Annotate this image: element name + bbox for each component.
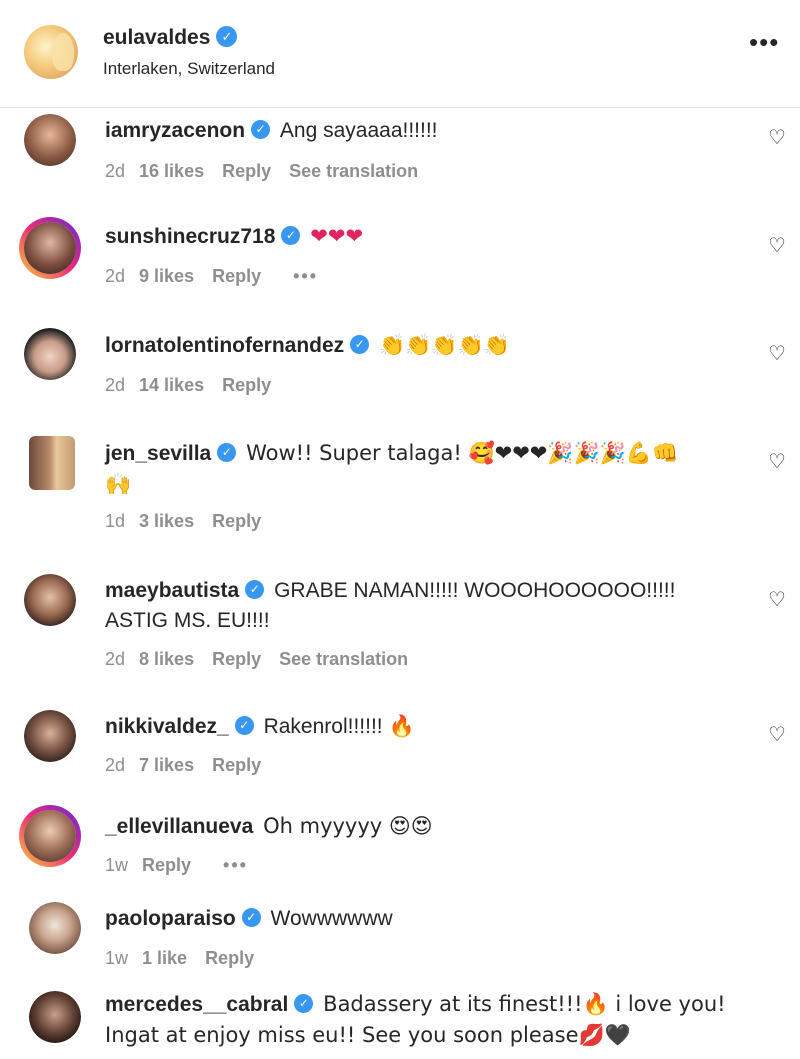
comment-meta: 2d 16 likes Reply See translation <box>105 161 436 182</box>
owner-username[interactable]: eulavaldes ✓ <box>103 25 238 50</box>
comment-meta: 2d 9 likes Reply ••• <box>105 266 336 287</box>
reply-button[interactable]: Reply <box>222 161 271 181</box>
like-heart-icon[interactable]: ♡ <box>768 128 788 148</box>
avatar[interactable] <box>24 114 76 166</box>
comment-time[interactable]: 2d <box>105 161 125 181</box>
verified-badge-icon: ✓ <box>251 119 271 139</box>
comment-username[interactable]: iamryzacenon <box>105 119 245 142</box>
more-options-icon[interactable]: ••• <box>749 29 781 55</box>
see-translation-button[interactable]: See translation <box>279 649 408 669</box>
reply-button[interactable]: Reply <box>212 649 261 669</box>
comment-text: Ang sayaaaa!!!!!! <box>279 119 438 142</box>
likes-count[interactable]: 16 likes <box>139 161 204 181</box>
owner-avatar[interactable] <box>24 25 78 79</box>
comment-meta: 1w 1 like Reply <box>105 948 272 969</box>
avatar[interactable] <box>24 574 76 626</box>
comment-username[interactable]: nikkivaldez_ <box>105 715 229 738</box>
verified-badge-icon: ✓ <box>294 993 314 1013</box>
comment-username[interactable]: mercedes__cabral <box>105 993 288 1016</box>
like-heart-icon[interactable]: ♡ <box>768 344 788 364</box>
comment-username[interactable]: lornatolentinofernandez <box>105 334 344 357</box>
verified-badge-icon: ✓ <box>234 715 254 735</box>
comment-meta: 1w Reply ••• <box>105 855 266 876</box>
comment-text: GRABE NAMAN!!!!! WOOOHOOOOOO!!!!! <box>274 579 676 602</box>
comment-username[interactable]: paoloparaiso <box>105 907 236 930</box>
comment-meta: 2d 8 likes Reply See translation <box>105 649 426 670</box>
comment-text: Rakenrol!!!!!! 🔥 <box>263 715 415 738</box>
comment-time[interactable]: 2d <box>105 266 125 286</box>
like-heart-icon[interactable]: ♡ <box>768 236 788 256</box>
comment-username[interactable]: maeybautista <box>105 579 239 602</box>
comment-content: jen_sevilla ✓ Wow!! Super talaga! 🥰❤❤❤🎉🎉🎉… <box>105 438 745 500</box>
comment-username[interactable]: sunshinecruz718 <box>105 225 275 248</box>
comment-time[interactable]: 2d <box>105 375 125 395</box>
comment-time[interactable]: 2d <box>105 755 125 775</box>
comment-time[interactable]: 2d <box>105 649 125 669</box>
reply-button[interactable]: Reply <box>212 511 261 531</box>
more-options-icon[interactable]: ••• <box>223 855 248 875</box>
comment-content: sunshinecruz718 ✓ ❤❤❤ <box>105 221 745 252</box>
likes-count[interactable]: 1 like <box>142 948 187 968</box>
comment-text: Badassery at its finest!!!🔥 i love you! <box>323 992 726 1016</box>
comment-content: maeybautista ✓ GRABE NAMAN!!!!! WOOOHOOOO… <box>105 576 745 636</box>
likes-count[interactable]: 8 likes <box>139 649 194 669</box>
comment-text: 👏👏👏👏👏 <box>379 333 510 357</box>
verified-badge-icon: ✓ <box>216 25 238 47</box>
avatar[interactable] <box>19 217 81 279</box>
reply-button[interactable]: Reply <box>222 375 271 395</box>
reply-button[interactable]: Reply <box>212 755 261 775</box>
likes-count[interactable]: 14 likes <box>139 375 204 395</box>
avatar[interactable] <box>29 991 81 1043</box>
verified-badge-icon: ✓ <box>281 225 301 245</box>
like-heart-icon[interactable]: ♡ <box>768 725 788 745</box>
post-header: eulavaldes ✓ Interlaken, Switzerland ••• <box>0 0 800 108</box>
avatar[interactable] <box>29 436 75 490</box>
avatar[interactable] <box>29 902 81 954</box>
likes-count[interactable]: 9 likes <box>139 266 194 286</box>
comment-content: iamryzacenon ✓ Ang sayaaaa!!!!!! <box>105 116 745 146</box>
verified-badge-icon: ✓ <box>241 907 261 927</box>
comment-text: Wow!! Super talaga! 🥰❤❤❤🎉🎉🎉💪👊 <box>246 441 679 465</box>
likes-count[interactable]: 7 likes <box>139 755 194 775</box>
comment-content: nikkivaldez_ ✓ Rakenrol!!!!!! 🔥 <box>105 712 745 742</box>
verified-badge-icon: ✓ <box>245 579 265 599</box>
comment-content: paoloparaiso ✓ Wowwwwww <box>105 904 745 934</box>
comment-username[interactable]: _ellevillanueva <box>105 815 253 838</box>
post-location[interactable]: Interlaken, Switzerland <box>103 59 275 79</box>
comment-text: ❤❤❤ <box>310 224 364 248</box>
comment-meta: 2d 14 likes Reply <box>105 375 289 396</box>
avatar[interactable] <box>19 805 81 867</box>
comment-content: _ellevillanueva Oh myyyyy 😍😍 <box>105 811 745 842</box>
comment-time[interactable]: 1d <box>105 511 125 531</box>
reply-button[interactable]: Reply <box>142 855 191 875</box>
likes-count[interactable]: 3 likes <box>139 511 194 531</box>
comment-text-continued: ASTIG MS. EU!!!! <box>105 609 270 632</box>
comment-time[interactable]: 1w <box>105 948 128 968</box>
comment-text: Oh myyyyy 😍😍 <box>263 814 433 838</box>
verified-badge-icon: ✓ <box>217 442 237 462</box>
avatar[interactable] <box>24 328 76 380</box>
comment-time[interactable]: 1w <box>105 855 128 875</box>
comment-content: mercedes__cabral ✓ Badassery at its fines… <box>105 989 745 1051</box>
reply-button[interactable]: Reply <box>212 266 261 286</box>
comment-meta: 2d 7 likes Reply <box>105 755 279 776</box>
more-options-icon[interactable]: ••• <box>293 266 318 286</box>
comment-meta: 1d 3 likes Reply <box>105 511 279 532</box>
avatar[interactable] <box>24 710 76 762</box>
like-heart-icon[interactable]: ♡ <box>768 452 788 472</box>
comment-username[interactable]: jen_sevilla <box>105 442 211 465</box>
see-translation-button[interactable]: See translation <box>289 161 418 181</box>
like-heart-icon[interactable]: ♡ <box>768 590 788 610</box>
comment-content: lornatolentinofernandez ✓ 👏👏👏👏👏 <box>105 330 745 361</box>
comment-text-continued: 🙌 <box>105 472 132 496</box>
verified-badge-icon: ✓ <box>350 334 370 354</box>
comment-text-continued: Ingat at enjoy miss eu!! See you soon pl… <box>105 1023 631 1047</box>
reply-button[interactable]: Reply <box>205 948 254 968</box>
comment-text: Wowwwwww <box>270 907 393 930</box>
